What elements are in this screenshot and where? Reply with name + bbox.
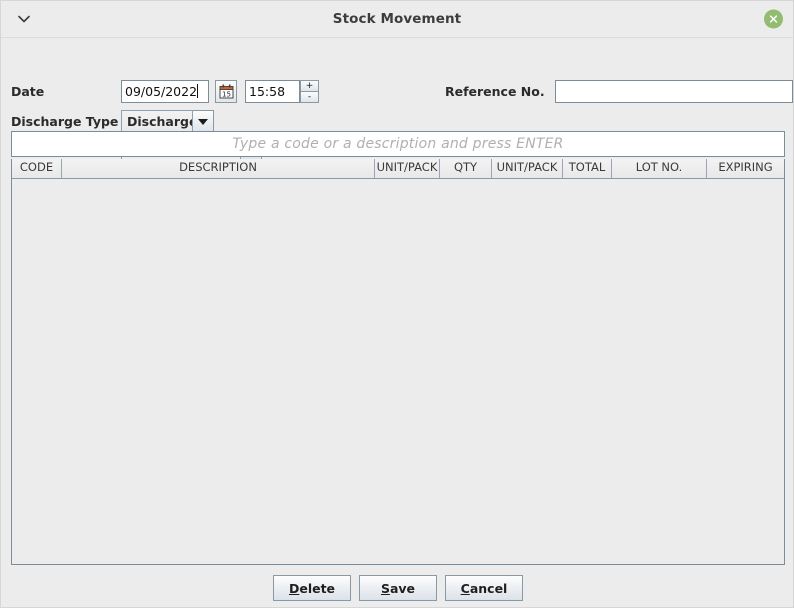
table-column-header[interactable]: LOT NO. [612,159,707,178]
code-search-input[interactable]: Type a code or a description and press E… [11,131,785,157]
table-column-header[interactable]: UNIT/PACK [492,159,563,178]
calendar-icon[interactable]: 15 [215,80,237,103]
page-title: Stock Movement [332,11,462,27]
spinner-down-button[interactable]: - [300,92,319,103]
close-glyph [769,15,778,23]
table-column-header[interactable]: CODE [12,159,62,178]
discharge-type-row: Discharge Type Discharge [11,110,214,133]
code-search-placeholder: Type a code or a description and press E… [232,136,564,152]
reference-no-label: Reference No. [445,84,545,99]
chevron-down-icon[interactable] [193,110,214,133]
chevron-down-glyph [198,118,208,125]
table-body[interactable] [12,179,784,564]
chevron-down-icon[interactable] [15,10,33,28]
spinner-up-button[interactable]: + [300,80,319,92]
stock-movement-window: Stock Movement Date 09/05/2022 15 15:58 … [0,0,794,608]
svg-text:15: 15 [222,90,231,98]
delete-label-rest: elete [299,580,336,596]
discharge-type-value: Discharge [121,110,193,133]
table-column-header[interactable]: TOTAL [563,159,612,178]
table-column-header[interactable]: DESCRIPTION [62,159,375,178]
dialog-button-bar: Delete Save Cancel [1,575,794,601]
date-input[interactable]: 09/05/2022 [121,80,209,103]
title-bar: Stock Movement [1,1,793,38]
table-column-header[interactable]: QTY [440,159,492,178]
reference-no-input[interactable] [554,80,793,103]
cancel-button[interactable]: Cancel [445,575,523,601]
text-caret [197,84,199,98]
date-row: Date 09/05/2022 15 15:58 + - [11,80,319,103]
save-label-rest: ave [389,580,416,596]
discharge-type-select[interactable]: Discharge [121,110,214,133]
time-spinner[interactable]: + - [300,80,319,103]
cancel-mnemonic: C [460,580,470,596]
time-value: 15:58 [249,84,286,99]
table-header-row: CODE DESCRIPTION UNIT/PACK QTY UNIT/PACK TOTA… [12,159,784,179]
delete-mnemonic: D [288,580,300,596]
save-button[interactable]: Save [359,575,437,601]
time-input[interactable]: 15:58 [245,80,300,103]
reference-no-row: Reference No. [445,80,793,103]
calendar-glyph: 15 [219,84,233,99]
save-mnemonic: S [380,580,390,596]
table-column-header[interactable]: EXPIRING [707,159,784,178]
table-column-header[interactable]: UNIT/PACK [375,159,440,178]
date-label: Date [11,84,45,99]
items-table: CODE DESCRIPTION UNIT/PACK QTY UNIT/PACK TOTA… [11,159,785,565]
discharge-type-label: Discharge Type [11,114,119,129]
cancel-label-rest: ancel [469,580,508,596]
close-icon[interactable] [764,9,783,29]
chevron-down-glyph [18,15,30,23]
delete-button[interactable]: Delete [273,575,351,601]
date-value: 09/05/2022 [125,84,198,99]
